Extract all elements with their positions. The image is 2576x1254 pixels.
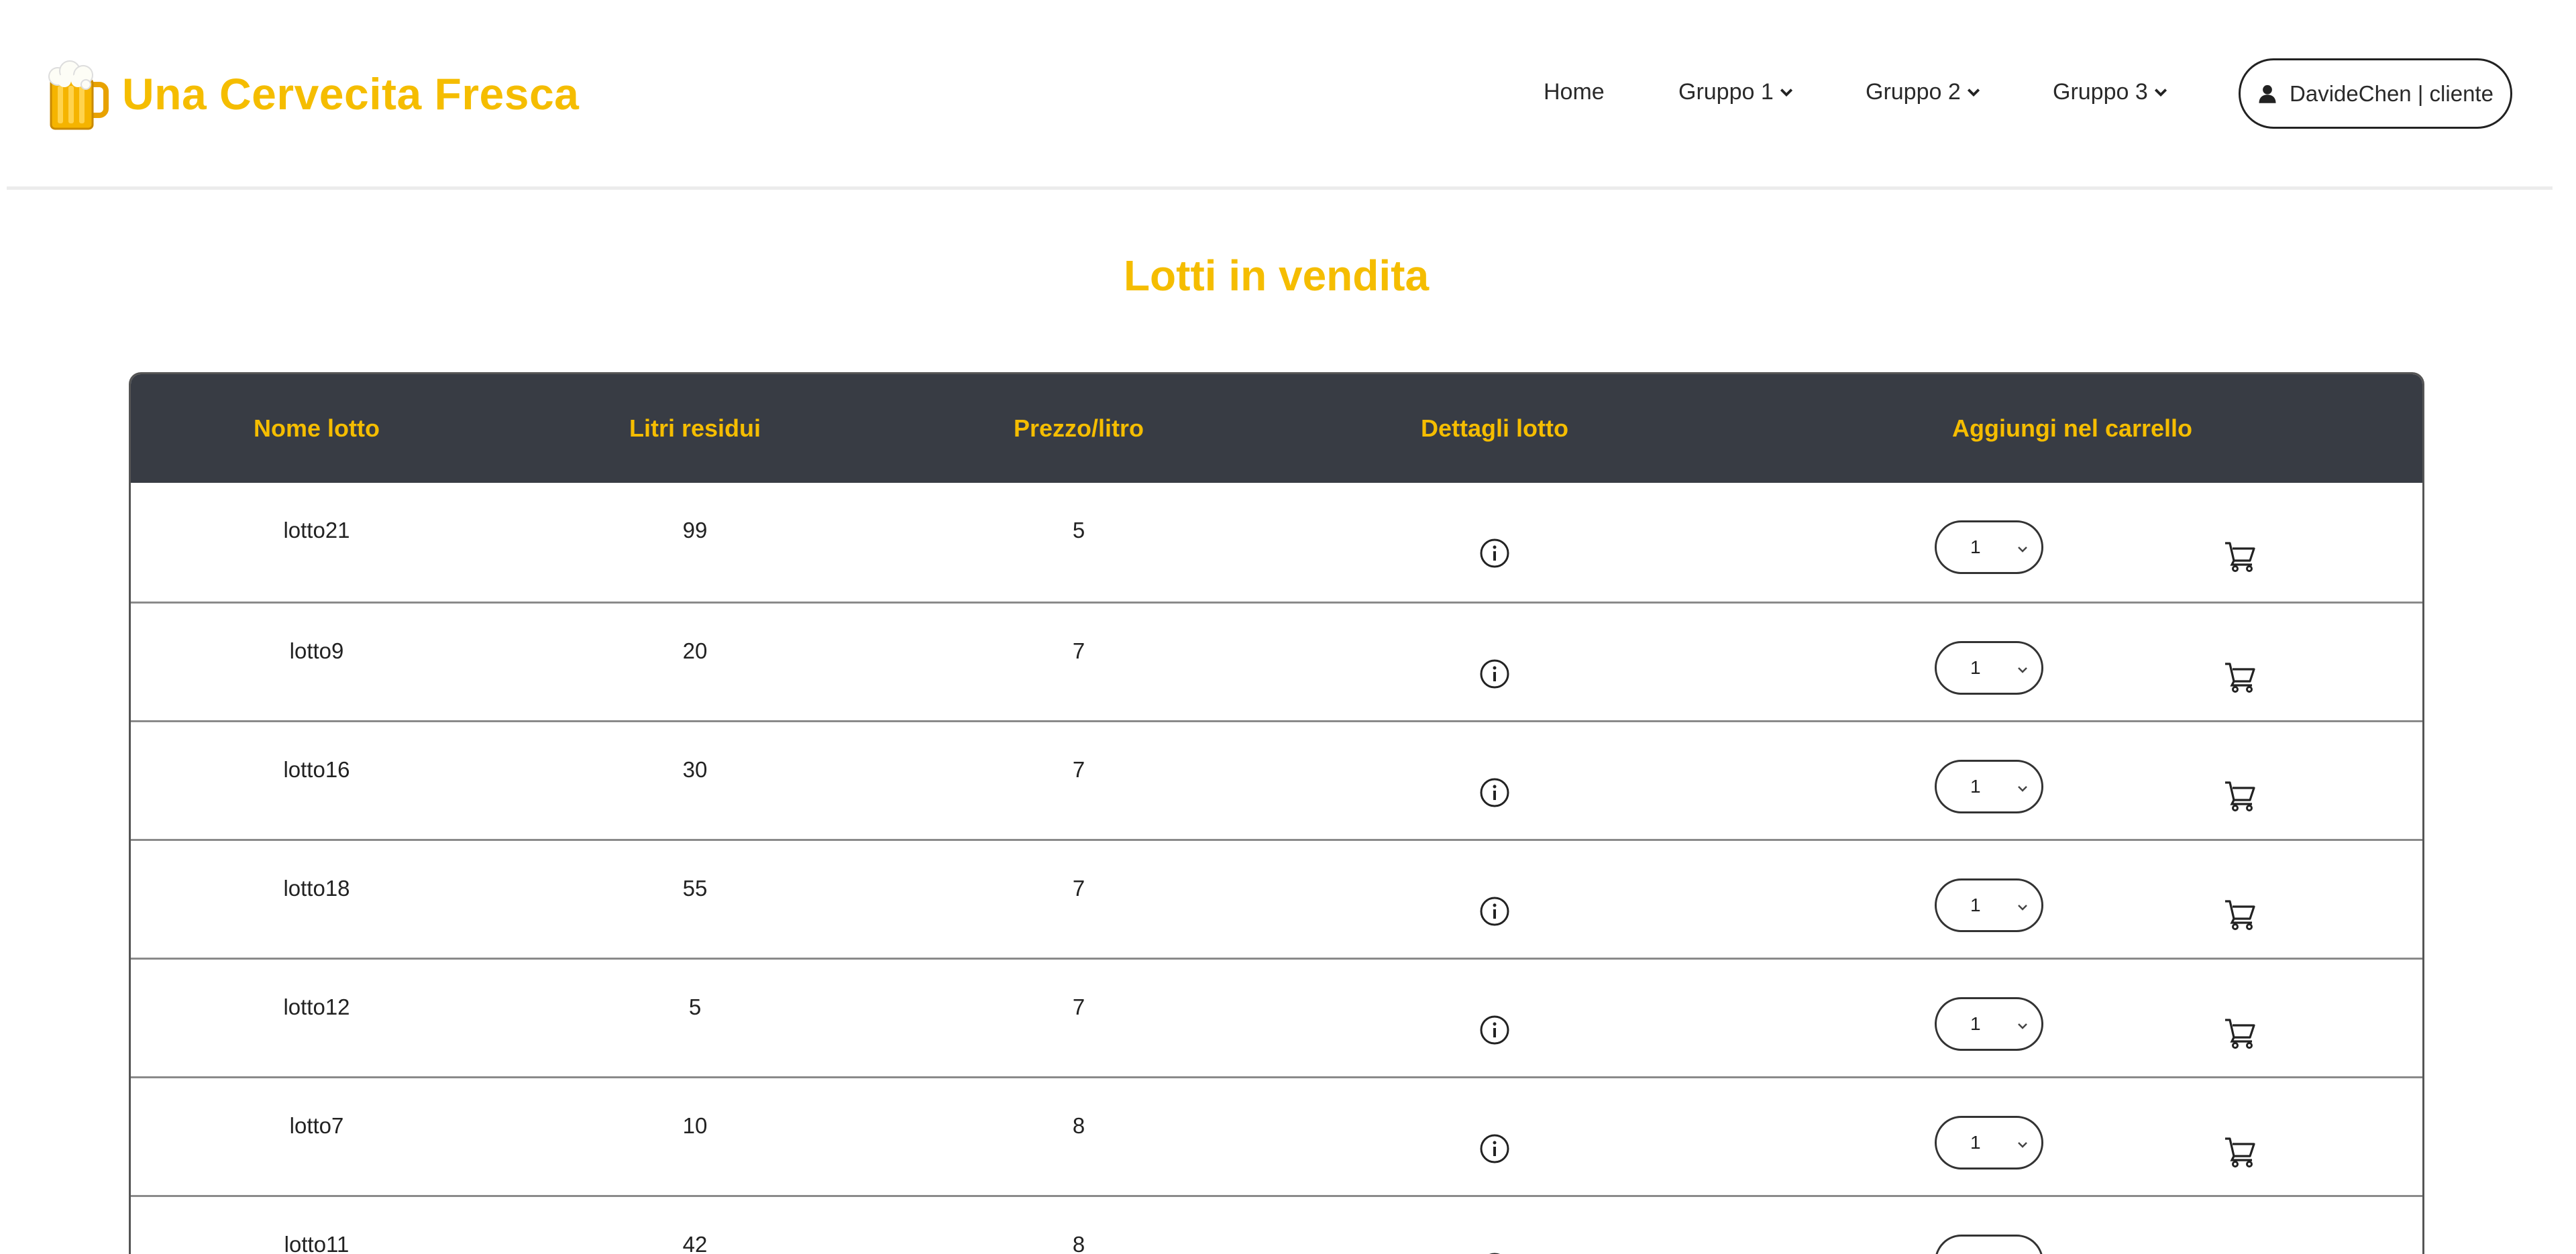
cell-nome-lotto: lotto21 — [283, 518, 350, 543]
table-row: lotto18 55 7 1 — [131, 839, 2422, 958]
table-row: lotto11 42 8 1 — [131, 1195, 2422, 1254]
chevron-down-icon — [2018, 1142, 2027, 1148]
navbar: Una Cervecita Fresca Home Gruppo 1 Grupp… — [7, 0, 2553, 190]
quantity-value: 1 — [1970, 1132, 1981, 1153]
table-header: Nome lotto Litri residui Prezzo/litro De… — [131, 374, 2422, 483]
nav-gruppo-3-label: Gruppo 3 — [2053, 79, 2148, 105]
nav-gruppo-2[interactable]: Gruppo 2 — [1866, 79, 1981, 105]
cell-litri-residui: 30 — [682, 757, 708, 782]
chevron-down-icon — [2018, 1023, 2027, 1029]
chevron-down-icon — [1967, 88, 1980, 97]
cell-prezzo-litro: 7 — [1072, 876, 1085, 901]
cart-icon[interactable] — [2222, 538, 2257, 573]
cell-nome-lotto: lotto7 — [289, 1113, 344, 1138]
quantity-value: 1 — [1970, 657, 1981, 678]
quantity-value: 1 — [1970, 1013, 1981, 1034]
user-icon — [2259, 84, 2276, 103]
cell-prezzo-litro: 5 — [1072, 518, 1085, 543]
quantity-select[interactable]: 1 — [1935, 997, 2043, 1051]
header-nome-lotto: Nome lotto — [254, 414, 380, 442]
lots-table: Nome lotto Litri residui Prezzo/litro De… — [129, 372, 2424, 1254]
cell-prezzo-litro: 8 — [1072, 1232, 1085, 1254]
nav-home[interactable]: Home — [1544, 79, 1605, 105]
cell-litri-residui: 99 — [682, 518, 708, 543]
cell-prezzo-litro: 7 — [1072, 757, 1085, 782]
info-icon[interactable] — [1479, 777, 1510, 808]
table-row: lotto21 99 5 1 — [131, 483, 2422, 602]
nav-home-label: Home — [1544, 79, 1605, 105]
cell-litri-residui: 10 — [682, 1113, 708, 1138]
header-litri-residui: Litri residui — [629, 414, 761, 442]
quantity-value: 1 — [1970, 776, 1981, 797]
cell-nome-lotto: lotto9 — [289, 638, 344, 663]
header-prezzo-litro: Prezzo/litro — [1013, 414, 1144, 442]
table-row: lotto12 5 7 1 — [131, 958, 2422, 1076]
cell-prezzo-litro: 8 — [1072, 1113, 1085, 1138]
quantity-value: 1 — [1970, 895, 1981, 915]
table-row: lotto9 20 7 1 — [131, 602, 2422, 720]
table-body: lotto21 99 5 1 lotto9 20 7 1 lotto16 30 … — [131, 483, 2422, 1254]
user-label: DavideChen | cliente — [2290, 80, 2493, 106]
page-title: Lotti in vendita — [1123, 251, 1430, 300]
cell-litri-residui: 42 — [682, 1232, 708, 1254]
info-icon[interactable] — [1479, 896, 1510, 927]
info-icon[interactable] — [1479, 659, 1510, 689]
brand[interactable]: Una Cervecita Fresca — [47, 54, 579, 134]
cart-icon[interactable] — [2222, 1133, 2257, 1168]
cell-prezzo-litro: 7 — [1072, 638, 1085, 663]
quantity-select[interactable]: 1 — [1935, 520, 2043, 574]
chevron-down-icon — [2018, 547, 2027, 553]
cell-nome-lotto: lotto18 — [283, 876, 350, 901]
cart-icon[interactable] — [2222, 1015, 2257, 1049]
quantity-value: 1 — [1970, 536, 1981, 557]
cell-litri-residui: 5 — [688, 994, 702, 1019]
user-account-button[interactable]: DavideChen | cliente — [2239, 58, 2512, 129]
chevron-down-icon — [2018, 786, 2027, 792]
cell-nome-lotto: lotto12 — [283, 994, 350, 1019]
nav-gruppo-1-label: Gruppo 1 — [1678, 79, 1774, 105]
info-icon[interactable] — [1479, 1015, 1510, 1045]
chevron-down-icon — [2018, 667, 2027, 673]
quantity-select[interactable]: 1 — [1935, 760, 2043, 813]
cell-nome-lotto: lotto16 — [283, 757, 350, 782]
nav-gruppo-3[interactable]: Gruppo 3 — [2053, 79, 2168, 105]
cell-nome-lotto: lotto11 — [284, 1232, 350, 1254]
chevron-down-icon — [1780, 88, 1792, 97]
quantity-select[interactable]: 1 — [1935, 1116, 2043, 1170]
header-aggiungi-carrello: Aggiungi nel carrello — [1951, 414, 2193, 442]
quantity-value: 1 — [1970, 1251, 1981, 1254]
quantity-select[interactable]: 1 — [1935, 641, 2043, 695]
info-icon[interactable] — [1479, 538, 1510, 569]
chevron-down-icon — [2154, 88, 2167, 97]
page: Una Cervecita Fresca Home Gruppo 1 Grupp… — [0, 0, 2553, 1254]
table-row: lotto7 10 8 1 — [131, 1076, 2422, 1195]
cart-icon[interactable] — [2222, 777, 2257, 812]
beer-mug-icon — [48, 60, 109, 130]
table-row: lotto16 30 7 1 — [131, 720, 2422, 839]
header-dettagli-lotto: Dettagli lotto — [1421, 414, 1568, 442]
quantity-select[interactable]: 1 — [1935, 1235, 2043, 1254]
nav-gruppo-1[interactable]: Gruppo 1 — [1678, 79, 1794, 105]
nav-gruppo-2-label: Gruppo 2 — [1866, 79, 1961, 105]
cart-icon[interactable] — [2222, 896, 2257, 931]
quantity-select[interactable]: 1 — [1935, 878, 2043, 932]
chevron-down-icon — [2018, 905, 2027, 911]
brand-title: Una Cervecita Fresca — [122, 69, 580, 119]
cart-icon[interactable] — [2222, 659, 2257, 693]
cell-litri-residui: 55 — [682, 876, 708, 901]
cell-litri-residui: 20 — [682, 638, 708, 663]
cell-prezzo-litro: 7 — [1072, 994, 1085, 1019]
info-icon[interactable] — [1479, 1133, 1510, 1164]
